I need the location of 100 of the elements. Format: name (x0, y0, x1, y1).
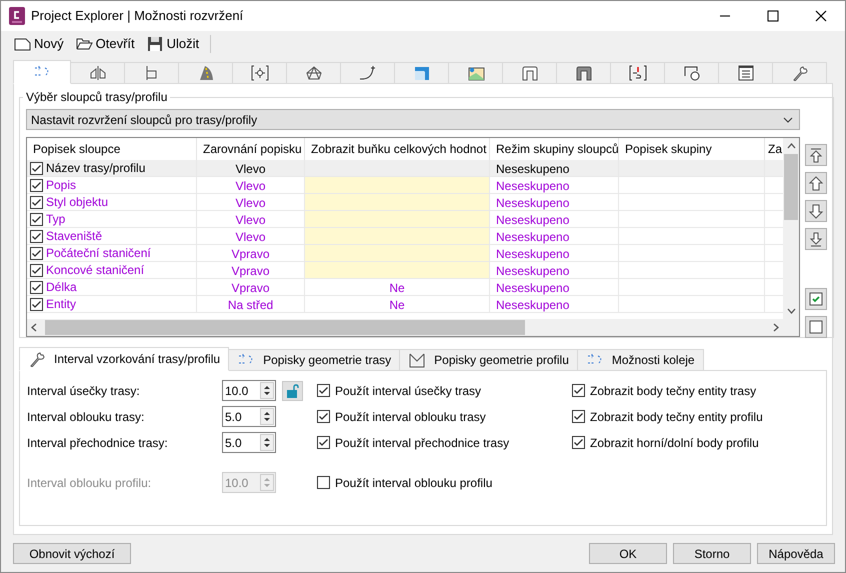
reset-button[interactable]: Obnovit výchozí (13, 543, 131, 564)
spinner-icon[interactable] (260, 382, 274, 399)
lock-button[interactable] (282, 380, 303, 400)
checkbox[interactable] (317, 476, 330, 489)
checked-checkbox[interactable] (572, 410, 585, 423)
chevron-right-icon[interactable] (773, 323, 779, 332)
checked-checkbox[interactable] (30, 298, 43, 310)
dialog-button[interactable]: Storno (673, 543, 751, 564)
table-row[interactable]: Délka Vpravo Ne Neseskupeno (27, 279, 783, 296)
checkbox-label[interactable]: Použít interval přechodnice trasy (335, 434, 510, 452)
checked-checkbox[interactable] (30, 178, 43, 192)
pipe-icon (574, 65, 592, 81)
checked-checkbox[interactable] (30, 162, 43, 174)
number-field[interactable]: 10.0 (222, 380, 276, 401)
vertical-scrollbar[interactable] (783, 138, 799, 319)
uncheck-all-button[interactable] (805, 316, 827, 338)
checkbox-label[interactable]: Použít interval úsečky trasy (335, 382, 482, 400)
toolbar-button[interactable]: Uložit (146, 33, 200, 55)
table-cell: Neseskupeno (490, 211, 619, 227)
check-all-button[interactable] (805, 288, 827, 310)
app-logo-icon (9, 7, 25, 25)
icon-tab[interactable] (233, 62, 287, 83)
mirrored-shapes-icon (88, 65, 106, 81)
table-row[interactable]: Popis Vlevo Neseskupeno (27, 177, 783, 194)
table-cell-text: Koncové staničení (46, 262, 144, 279)
dialog-button[interactable]: OK (589, 543, 667, 564)
icon-tab[interactable] (449, 62, 503, 83)
checked-checkbox[interactable] (317, 410, 330, 423)
icon-tab[interactable] (665, 62, 719, 83)
table-cell: Neseskupeno (490, 177, 619, 193)
icon-tab[interactable] (611, 62, 665, 83)
scrollbar-thumb[interactable] (45, 320, 525, 335)
arrow-to-top-icon (808, 146, 824, 164)
dialog-button[interactable]: Nápověda (757, 543, 835, 564)
wrench-icon (790, 65, 808, 81)
checked-checkbox[interactable] (30, 246, 43, 260)
table-row[interactable]: Koncové staničení Vpravo Neseskupeno (27, 262, 783, 279)
top-button[interactable] (805, 144, 827, 166)
icon-tab[interactable] (503, 62, 557, 83)
checked-checkbox[interactable] (30, 196, 43, 208)
table-row[interactable]: Typ Vlevo Neseskupeno (27, 211, 783, 228)
spinner-icon[interactable] (260, 434, 274, 451)
tab[interactable]: Možnosti koleje (578, 349, 704, 370)
icon-tab[interactable] (719, 62, 773, 83)
checked-checkbox[interactable] (317, 384, 330, 397)
table-row[interactable]: Název trasy/profilu Vlevo Neseskupeno (27, 160, 783, 177)
table-cell: Neseskupeno (490, 296, 619, 312)
checkbox-label[interactable]: Zobrazit body tečny entity profilu (590, 408, 763, 426)
spinner-icon[interactable] (260, 408, 274, 425)
arrow-up-icon (808, 174, 824, 192)
target-icon (250, 65, 268, 81)
chevron-up-icon[interactable] (786, 143, 796, 149)
checked-checkbox[interactable] (572, 436, 585, 449)
checkbox-label[interactable]: Použít interval oblouku trasy (335, 408, 486, 426)
close-icon[interactable] (815, 10, 827, 22)
table-row[interactable]: Styl objektu Vlevo Neseskupeno (27, 194, 783, 211)
table-cell-text: Staveniště (46, 228, 102, 245)
icon-tab[interactable] (773, 62, 827, 83)
tab[interactable]: Interval vzorkování trasy/profilu (19, 347, 230, 371)
up-button[interactable] (805, 172, 827, 194)
layout-dropdown[interactable]: Nastavit rozvržení sloupců pro trasy/profily (26, 109, 800, 130)
toolbar-button[interactable]: Nový (13, 33, 65, 55)
group-title: Výběr sloupců trasy/profilu (25, 89, 168, 106)
table-cell-text: Název trasy/profilu (46, 160, 146, 177)
table-cell: Neseskupeno (490, 228, 619, 244)
tab[interactable]: Popisky geometrie profilu (400, 349, 578, 370)
toolbar-button[interactable]: Otevřít (74, 33, 136, 55)
horizontal-scrollbar[interactable] (27, 319, 799, 336)
checkbox-label[interactable]: Zobrazit horní/dolní body profilu (590, 434, 759, 452)
scrollbar-thumb[interactable] (784, 154, 798, 220)
checked-checkbox[interactable] (30, 230, 43, 242)
icon-tab[interactable] (287, 62, 341, 83)
number-field[interactable]: 5.0 (222, 406, 276, 427)
icon-tab[interactable] (557, 62, 611, 83)
chevron-down-icon[interactable] (786, 308, 796, 314)
table-cell: Neseskupeno (490, 245, 619, 261)
table-row[interactable]: Staveniště Vlevo Neseskupeno (27, 228, 783, 245)
table-row[interactable]: Entity Na střed Ne Neseskupeno (27, 296, 783, 313)
checked-checkbox[interactable] (317, 436, 330, 449)
checked-checkbox[interactable] (572, 384, 585, 397)
bottom-button[interactable] (805, 228, 827, 250)
chevron-left-icon[interactable] (31, 323, 37, 332)
open-lock-icon (286, 384, 300, 398)
table-row[interactable]: Počáteční staničení Vpravo Neseskupeno (27, 245, 783, 262)
chevron-down-icon (783, 116, 793, 122)
checked-checkbox[interactable] (30, 212, 43, 226)
column-header[interactable]: Za (765, 138, 783, 160)
icon-tab[interactable] (125, 62, 179, 83)
checked-checkbox[interactable] (30, 264, 43, 276)
number-field[interactable]: 5.0 (222, 432, 276, 453)
down-button[interactable] (805, 200, 827, 222)
map-icon (466, 65, 484, 81)
icon-tab[interactable] (71, 62, 125, 83)
checked-checkbox[interactable] (30, 280, 43, 294)
checkbox-label[interactable]: Zobrazit body tečny entity trasy (590, 382, 756, 400)
table-cell: Neseskupeno (490, 279, 619, 295)
field-label: Interval úsečky trasy: (27, 382, 141, 400)
maximize-icon[interactable] (767, 10, 779, 22)
checkbox-label[interactable]: Použít interval oblouku profilu (335, 474, 492, 492)
tab[interactable]: Popisky geometrie trasy (229, 349, 400, 370)
